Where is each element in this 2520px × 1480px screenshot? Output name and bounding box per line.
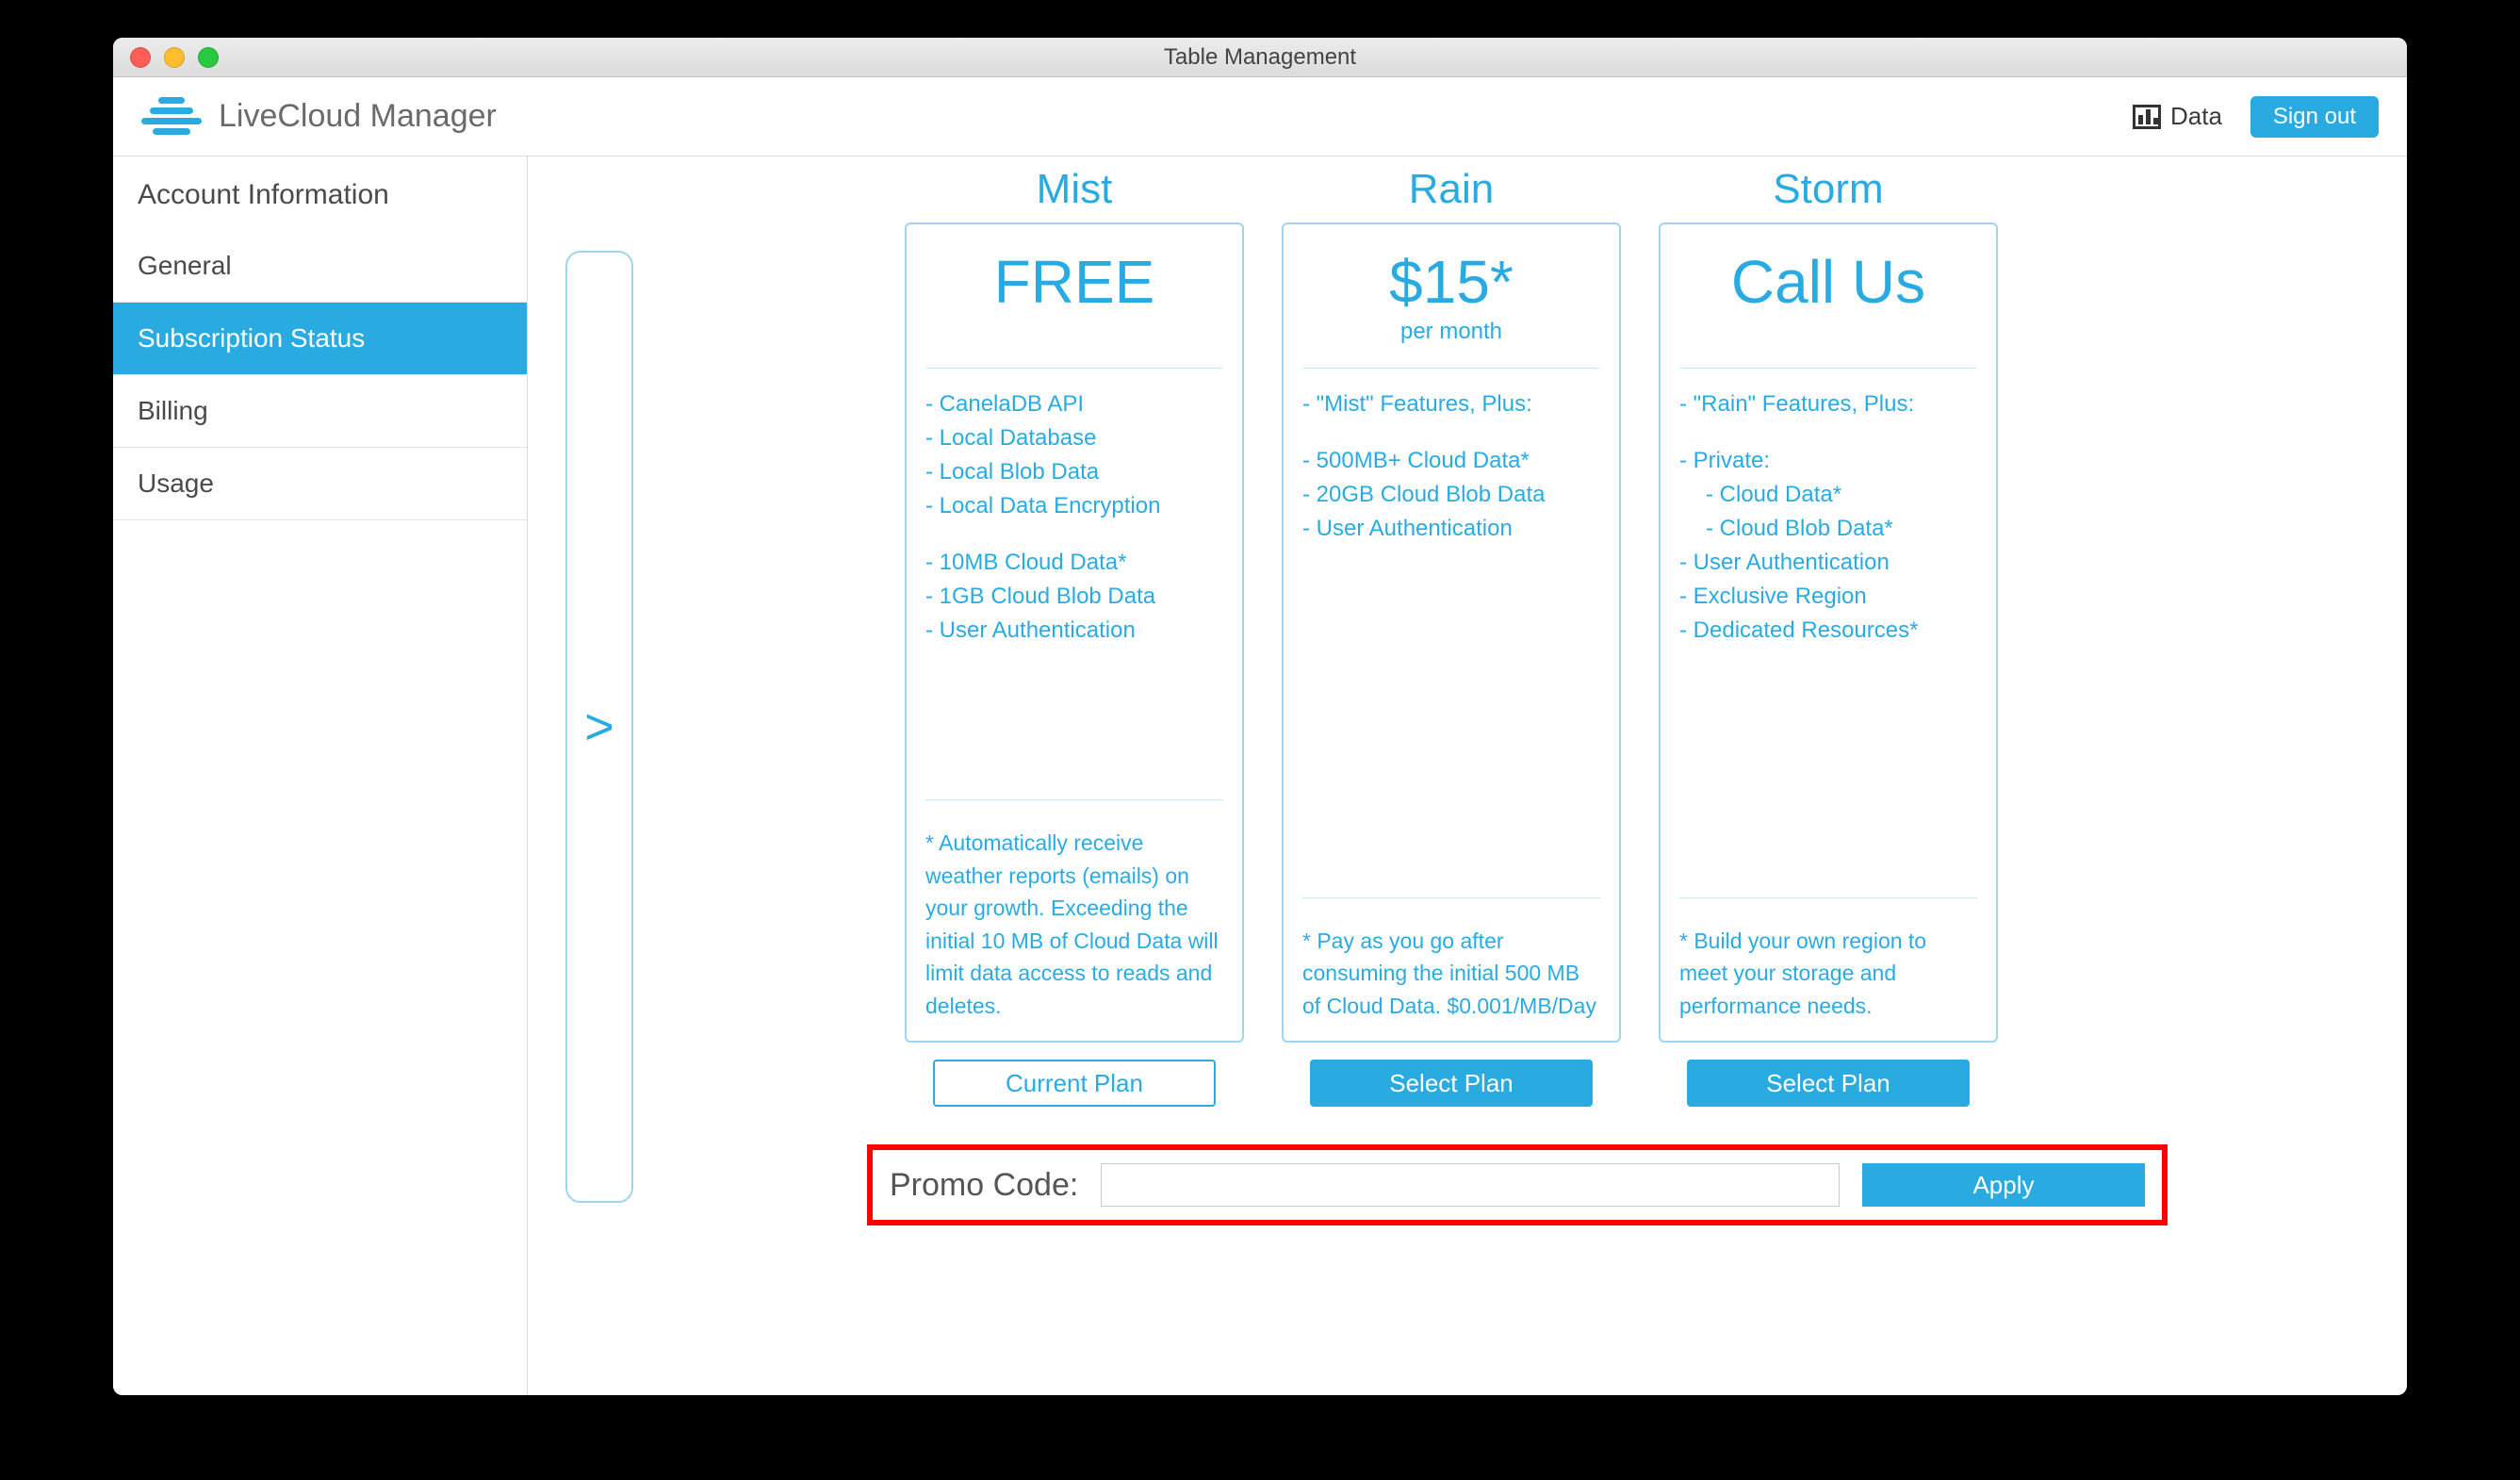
- logo: LiveCloud Manager: [141, 97, 497, 137]
- divider: [925, 368, 1223, 369]
- window-title: Table Management: [113, 44, 2407, 71]
- chevron-right-icon: >: [584, 698, 614, 756]
- plan-column-storm: Storm Call Us - "Rain" Features, Plus: -…: [1659, 166, 1998, 1107]
- divider: [1679, 368, 1977, 369]
- plan-card-mist: FREE - CanelaDB API - Local Database - L…: [905, 222, 1244, 1043]
- plan-note: * Automatically receive weather reports …: [925, 827, 1223, 1022]
- promo-code-label: Promo Code:: [890, 1167, 1078, 1204]
- sidebar: Account Information General Subscription…: [113, 156, 528, 1395]
- plan-price-sub: per month: [1302, 319, 1600, 349]
- sidebar-item-billing[interactable]: Billing: [113, 375, 527, 448]
- plan-column-rain: Rain $15* per month - "Mist" Features, P…: [1282, 166, 1621, 1107]
- plan-title: Rain: [1409, 166, 1495, 213]
- divider: [1302, 368, 1600, 369]
- app-body: Account Information General Subscription…: [113, 156, 2407, 1395]
- divider: [1679, 897, 1977, 898]
- plan-features: - CanelaDB API - Local Database - Local …: [925, 387, 1223, 648]
- plan-title: Storm: [1773, 166, 1883, 213]
- sidebar-item-subscription-status[interactable]: Subscription Status: [113, 303, 527, 375]
- plan-note: * Pay as you go after consuming the init…: [1302, 925, 1600, 1023]
- sidebar-item-usage[interactable]: Usage: [113, 448, 527, 520]
- current-plan-button[interactable]: Current Plan: [933, 1060, 1216, 1107]
- titlebar: Table Management: [113, 38, 2407, 77]
- plan-price-sub: [925, 319, 1223, 349]
- plan-features: - "Rain" Features, Plus: - Private: - Cl…: [1679, 387, 1977, 648]
- minimize-window-button[interactable]: [164, 47, 185, 68]
- divider: [1302, 897, 1600, 898]
- plan-price: FREE: [925, 247, 1223, 317]
- promo-code-input[interactable]: [1101, 1163, 1840, 1207]
- plan-price: $15*: [1302, 247, 1600, 317]
- app-name: LiveCloud Manager: [219, 98, 497, 135]
- divider: [925, 799, 1223, 800]
- plan-card-storm: Call Us - "Rain" Features, Plus: - Priva…: [1659, 222, 1998, 1043]
- promo-code-row-highlighted: Promo Code: Apply: [867, 1144, 2168, 1225]
- expand-handle[interactable]: >: [565, 251, 633, 1203]
- logo-icon: [141, 97, 202, 137]
- plan-column-mist: Mist FREE - CanelaDB API - Local Databas…: [905, 166, 1244, 1107]
- plan-price: Call Us: [1679, 247, 1977, 317]
- plan-price-sub: [1679, 319, 1977, 349]
- apply-button[interactable]: Apply: [1862, 1163, 2145, 1207]
- app-header: LiveCloud Manager Data Sign out: [113, 77, 2407, 156]
- plans-row: Mist FREE - CanelaDB API - Local Databas…: [905, 166, 2369, 1107]
- sidebar-item-general[interactable]: General: [113, 230, 527, 303]
- select-plan-button[interactable]: Select Plan: [1687, 1060, 1970, 1107]
- app-window: Table Management LiveCloud Manager Data …: [113, 38, 2407, 1395]
- window-controls: [113, 47, 219, 68]
- close-window-button[interactable]: [130, 47, 151, 68]
- data-nav-link[interactable]: Data: [2133, 102, 2222, 131]
- data-nav-label: Data: [2170, 102, 2222, 131]
- zoom-window-button[interactable]: [198, 47, 219, 68]
- plan-card-rain: $15* per month - "Mist" Features, Plus: …: [1282, 222, 1621, 1043]
- sidebar-heading: Account Information: [113, 156, 527, 230]
- plan-note: * Build your own region to meet your sto…: [1679, 925, 1977, 1023]
- main-content: > Mist FREE - CanelaDB API - Local Datab…: [528, 156, 2407, 1395]
- bar-chart-icon: [2133, 105, 2161, 129]
- plan-title: Mist: [1037, 166, 1113, 213]
- select-plan-button[interactable]: Select Plan: [1310, 1060, 1593, 1107]
- sign-out-button[interactable]: Sign out: [2250, 96, 2379, 138]
- plan-features: - "Mist" Features, Plus: - 500MB+ Cloud …: [1302, 387, 1600, 546]
